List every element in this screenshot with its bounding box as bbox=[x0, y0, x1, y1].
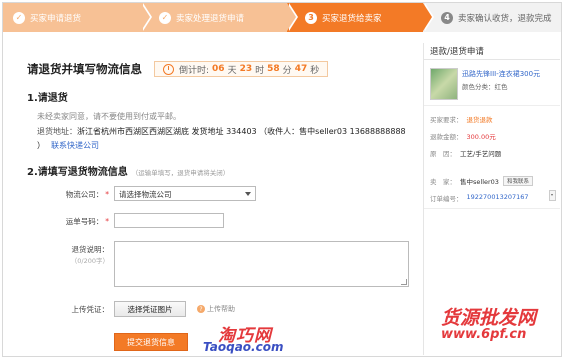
order-number-row: 订单编号： 192270013207167 bbox=[430, 193, 529, 203]
refund-amount-row: 退款金额： 300.00元 bbox=[430, 133, 496, 141]
countdown: 倒计时: 06 天 23 时 58 分 47 秒 bbox=[154, 61, 329, 77]
page-frame: ✓ 买家申请退货 ✓ 卖家处理退货申请 3 买家退货给卖家 4 卖家确认收货，退… bbox=[2, 2, 562, 357]
watermark-logo-2: 货源批发网 bbox=[441, 307, 537, 329]
contact-courier-link[interactable]: 联系快递公司 bbox=[51, 141, 99, 150]
watermark-url-2: www.6pf.cn bbox=[441, 327, 527, 342]
main-content: 请退货并填写物流信息 倒计时: 06 天 23 时 58 分 47 秒 1.请退货 未经… bbox=[23, 43, 418, 355]
seller-row: 卖 家： 售中seller03 和我联系 bbox=[430, 176, 533, 186]
product-thumbnail[interactable] bbox=[430, 68, 458, 100]
upload-help-link[interactable]: ? 上传帮助 bbox=[197, 304, 235, 314]
check-icon: ✓ bbox=[13, 11, 25, 24]
return-note: 未经卖家同意，请不要使用到付或平邮。 bbox=[37, 112, 181, 121]
product-name-link[interactable]: 迅路先锋III-连衣裙300元 bbox=[462, 69, 554, 79]
step-number: 4 bbox=[441, 11, 453, 24]
scroll-arrow[interactable] bbox=[549, 190, 556, 201]
upload-image-button[interactable]: 选择凭证图片 bbox=[114, 301, 186, 317]
step-4: 4 卖家确认收货，退款完成 bbox=[423, 3, 561, 32]
step-3: 3 买家退货给卖家 bbox=[287, 3, 434, 32]
contact-seller-button[interactable]: 和我联系 bbox=[502, 176, 533, 186]
step-label: 买家退货给卖家 bbox=[322, 13, 382, 24]
submit-return-button[interactable]: 提交退货信息 bbox=[114, 333, 188, 351]
tracking-number-input[interactable] bbox=[114, 213, 224, 228]
step-label: 卖家处理退货申请 bbox=[176, 13, 245, 24]
logistics-label: 物流公司： * bbox=[65, 190, 109, 199]
step-label: 卖家确认收货，退款完成 bbox=[458, 13, 552, 24]
page-title: 请退货并填写物流信息 bbox=[27, 62, 142, 76]
product-attribute: 颜色分类：红色 bbox=[462, 83, 508, 91]
section-heading-logistics: 2.请填写退货物流信息 （运输单填写，退货申请将关闭） bbox=[27, 167, 230, 178]
logistics-select[interactable]: 请选择物流公司 bbox=[114, 186, 256, 201]
remark-label: 退货说明： bbox=[71, 245, 110, 254]
buyer-request-row: 买家要求： 退货退款 bbox=[430, 116, 493, 124]
section-heading-return: 1.请退货 bbox=[27, 93, 68, 104]
watermark-url: Taoqao.com bbox=[203, 340, 284, 354]
upload-label: 上传凭证： bbox=[71, 305, 110, 314]
remark-char-count: （0/200字） bbox=[70, 257, 109, 265]
help-icon: ? bbox=[197, 305, 205, 313]
step-label: 买家申请退货 bbox=[30, 13, 82, 24]
check-icon: ✓ bbox=[159, 11, 171, 24]
step-1: ✓ 买家申请退货 bbox=[3, 3, 152, 32]
order-number-link[interactable]: 192270013207167 bbox=[467, 193, 529, 203]
progress-steps: ✓ 买家申请退货 ✓ 卖家处理退货申请 3 买家退货给卖家 4 卖家确认收货，退… bbox=[3, 3, 561, 32]
return-address: 退货地址：浙江省杭州市西湖区西湖区湖底 发货地址 334403 （收件人：售中s… bbox=[37, 127, 406, 150]
clock-icon bbox=[163, 63, 174, 75]
reason-row: 原 因： 工艺/手艺问题 bbox=[430, 150, 502, 158]
tracking-label: 运单号码： * bbox=[65, 217, 109, 226]
step-number: 3 bbox=[305, 11, 317, 24]
panel-title: 退款/退货申请 bbox=[430, 47, 484, 57]
remark-textarea[interactable] bbox=[114, 241, 409, 287]
chevron-down-icon bbox=[245, 192, 251, 196]
step-2: ✓ 卖家处理退货申请 bbox=[141, 3, 298, 32]
